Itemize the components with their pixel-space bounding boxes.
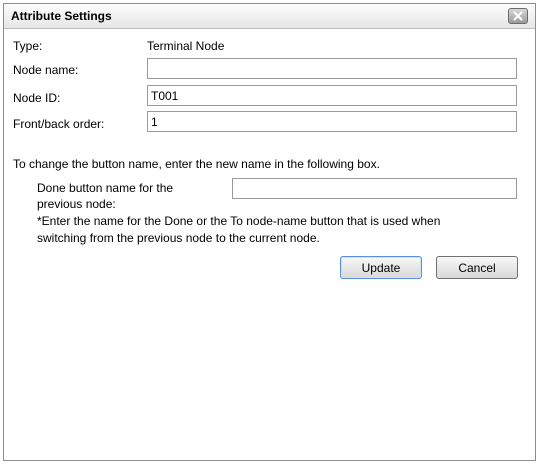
node-name-input[interactable]: [147, 58, 517, 79]
close-icon: [513, 11, 523, 21]
front-back-order-input[interactable]: [147, 111, 517, 132]
dialog-title: Attribute Settings: [11, 9, 112, 23]
button-name-instruction: To change the button name, enter the new…: [13, 157, 380, 171]
type-value: Terminal Node: [147, 39, 225, 53]
attribute-settings-dialog: Attribute Settings Type: Terminal Node N…: [3, 3, 536, 461]
close-button[interactable]: [508, 8, 528, 24]
note-line1: *Enter the name for the Done or the To n…: [37, 214, 441, 228]
update-button[interactable]: Update: [340, 256, 422, 279]
done-button-name-label-line1: Done button name for the: [37, 181, 174, 195]
type-label: Type:: [13, 39, 43, 53]
node-name-label: Node name:: [13, 63, 79, 77]
note-line2: switching from the previous node to the …: [37, 231, 320, 245]
title-bar[interactable]: Attribute Settings: [4, 4, 535, 29]
cancel-button[interactable]: Cancel: [436, 256, 518, 279]
front-back-order-label: Front/back order:: [13, 117, 105, 131]
done-button-name-label-line2: previous node:: [37, 197, 116, 211]
done-button-name-input[interactable]: [232, 178, 517, 199]
node-id-label: Node ID:: [13, 91, 61, 105]
node-id-input[interactable]: [147, 85, 517, 106]
